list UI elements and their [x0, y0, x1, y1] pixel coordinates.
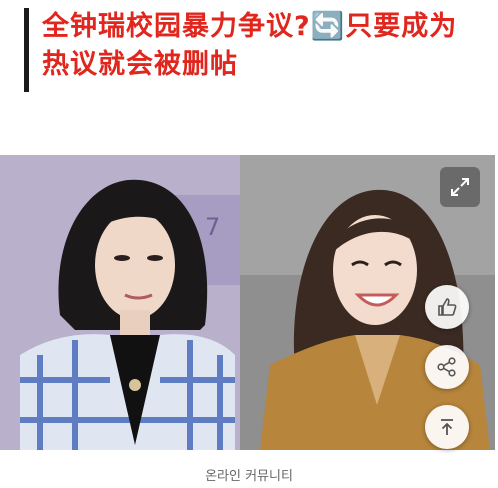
- thumbs-up-icon: [438, 298, 457, 316]
- like-button[interactable]: [425, 285, 469, 329]
- article-title: 全钟瑞校园暴力争议?🔄只要成为热议就会被删帖: [42, 11, 458, 80]
- back-to-top-icon: [441, 419, 453, 435]
- woman-portrait-left: 7: [0, 155, 240, 450]
- expand-icon: [451, 178, 469, 196]
- svg-text:7: 7: [205, 213, 220, 241]
- share-button[interactable]: [425, 345, 469, 389]
- back-to-top-button[interactable]: [425, 405, 469, 449]
- photo-left: 7: [0, 155, 240, 450]
- title-accent-bar: [24, 8, 29, 92]
- share-icon: [437, 357, 456, 377]
- image-caption: 온라인 커뮤니티: [205, 469, 293, 484]
- expand-button[interactable]: [440, 167, 480, 207]
